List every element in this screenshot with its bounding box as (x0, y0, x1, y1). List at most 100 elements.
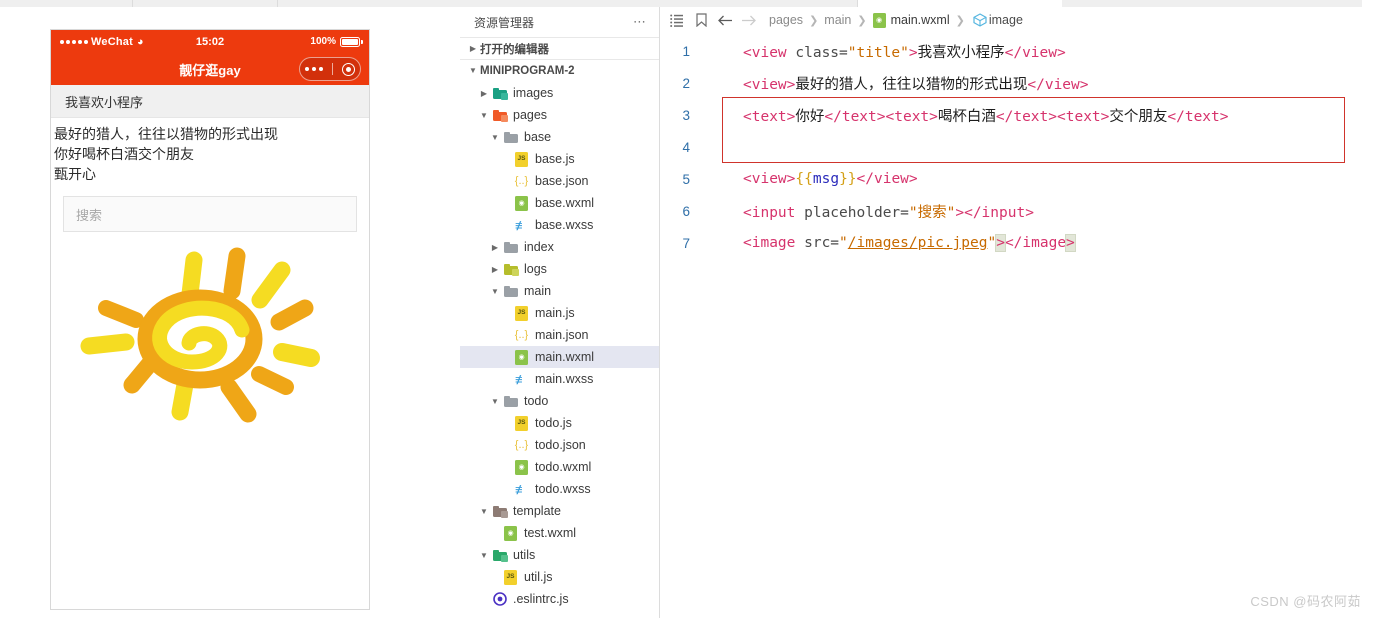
code-line-3[interactable]: 3 <text>你好</text><text>喝杯白酒</text><text>交… (660, 99, 1375, 131)
tree-file-main-wxml[interactable]: ▶◉main.wxml (460, 346, 659, 368)
json-file-icon: {..} (514, 438, 529, 451)
code-token: " (987, 235, 997, 251)
breadcrumb-item-main[interactable]: main (824, 13, 851, 27)
ellipsis-icon[interactable]: ⋯ (633, 14, 647, 30)
tree-file-base-json[interactable]: ▶{..}base.json (460, 170, 659, 192)
line-content[interactable]: <input placeholder="搜索"></input> (698, 201, 1034, 222)
wxml-file-icon: ◉ (515, 349, 528, 365)
page-line-2: 你好喝杯白酒交个朋友 (54, 146, 194, 162)
code-token: placeholder= (795, 204, 909, 221)
chevron-down-icon[interactable]: ▼ (477, 111, 491, 120)
tab-segment[interactable] (278, 0, 858, 7)
tree-item-label: pages (513, 108, 548, 122)
chevron-right-icon[interactable]: ▶ (488, 265, 502, 274)
breadcrumb-item-file[interactable]: main.wxml (891, 13, 950, 27)
project-root-label: MINIPROGRAM-2 (480, 64, 575, 77)
code-token: " (839, 235, 848, 251)
line-content[interactable]: <image src="/images/pic.jpeg"></image> (698, 234, 1076, 252)
chevron-down-icon[interactable]: ▼ (488, 397, 502, 406)
tree-file-todo-wxss[interactable]: ▶≢todo.wxss (460, 478, 659, 500)
tab-segment[interactable] (0, 0, 133, 7)
tree-file-util-js[interactable]: ▶JSutil.js (460, 566, 659, 588)
code-token: <view> (743, 171, 796, 187)
code-line-7[interactable]: 7 <image src="/images/pic.jpeg"></image> (660, 227, 1375, 259)
tree-file-base-wxss[interactable]: ▶≢base.wxss (460, 214, 659, 236)
target-circle-icon[interactable] (342, 62, 356, 76)
code-line-1[interactable]: 1 <view class="title">我喜欢小程序</view> (660, 35, 1375, 67)
line-content[interactable]: <view>最好的猎人，往往以猎物的形式出现</view> (698, 73, 1089, 94)
tree-file-main-json[interactable]: ▶{..}main.json (460, 324, 659, 346)
line-content[interactable]: <text>你好</text><text>喝杯白酒</text><text>交个… (698, 105, 1229, 126)
line-number: 6 (682, 203, 690, 219)
line-content[interactable]: <view>{{msg}}</view> (698, 171, 918, 187)
tree-folder-images[interactable]: ▶ images (460, 82, 659, 104)
tree-folder-utils[interactable]: ▼ utils (460, 544, 659, 566)
chevron-down-icon[interactable]: ▼ (477, 507, 491, 516)
chevron-right-icon[interactable]: ▶ (488, 243, 502, 252)
line-content[interactable]: <view class="title">我喜欢小程序</view> (698, 41, 1066, 62)
breadcrumb-item-pages[interactable]: pages (769, 13, 803, 27)
watermark: CSDN @码农阿茹 (1250, 594, 1361, 609)
chevron-down-icon[interactable]: ▼ (488, 133, 502, 142)
capsule-button[interactable] (299, 57, 361, 81)
code-line-4[interactable]: 4 (660, 131, 1375, 163)
more-dots-icon[interactable] (304, 67, 323, 71)
tree-folder-index[interactable]: ▶ index (460, 236, 659, 258)
outline-list-icon[interactable] (665, 14, 689, 27)
code-token: src= (795, 235, 840, 251)
signal-dots-icon (60, 39, 88, 44)
editor-tab-strip (0, 0, 1375, 7)
tree-folder-pages[interactable]: ▼ pages (460, 104, 659, 126)
tree-folder-todo[interactable]: ▼ todo (460, 390, 659, 412)
carrier-label: WeChat (91, 35, 133, 48)
tree-folder-base[interactable]: ▼ base (460, 126, 659, 148)
tree-file-base-wxml[interactable]: ▶◉base.wxml (460, 192, 659, 214)
code-line-5[interactable]: 5 <view>{{msg}}</view> (660, 163, 1375, 195)
tree-file-main-wxss[interactable]: ▶≢main.wxss (460, 368, 659, 390)
wxml-file-icon: ◉ (515, 459, 528, 475)
back-arrow-icon[interactable] (713, 14, 737, 27)
chevron-down-icon[interactable]: ▼ (488, 287, 502, 296)
tab-segment[interactable] (133, 0, 278, 7)
tree-file-todo-json[interactable]: ▶{..}todo.json (460, 434, 659, 456)
project-root-section[interactable]: ▼ MINIPROGRAM-2 (460, 59, 659, 81)
code-token: </image (1004, 235, 1067, 251)
breadcrumb-item-symbol[interactable]: image (989, 13, 1023, 27)
code-token: <image (743, 235, 796, 251)
tree-item-label: main.json (535, 328, 589, 342)
page-title-bar: 我喜欢小程序 (51, 85, 369, 118)
chevron-down-icon[interactable]: ▼ (466, 66, 480, 75)
code-token: "搜索" (908, 204, 956, 221)
capsule-divider (331, 63, 333, 75)
tree-folder-logs[interactable]: ▶ logs (460, 258, 659, 280)
tree-file-main-js[interactable]: ▶JSmain.js (460, 302, 659, 324)
tree-item-label: main.wxml (535, 350, 595, 364)
bookmark-icon[interactable] (689, 13, 713, 27)
code-lines[interactable]: 1 <view class="title">我喜欢小程序</view> 2 <view… (660, 33, 1375, 259)
tab-segment[interactable] (1062, 0, 1362, 7)
chevron-down-icon[interactable]: ▼ (477, 551, 491, 560)
search-input[interactable]: 搜索 (63, 196, 357, 232)
code-line-2[interactable]: 2 <view>最好的猎人，往往以猎物的形式出现</view> (660, 67, 1375, 99)
tree-file-test-wxml[interactable]: ▶◉test.wxml (460, 522, 659, 544)
code-token: "title" (847, 44, 909, 61)
tree-item-label: base.wxml (535, 196, 595, 210)
breadcrumb-separator: ❯ (955, 14, 965, 27)
tree-file-todo-js[interactable]: ▶JStodo.js (460, 412, 659, 434)
breadcrumb: pages ❯ main ❯ ◉ main.wxml ❯ image (660, 7, 1375, 33)
tree-file-todo-wxml[interactable]: ▶◉todo.wxml (460, 456, 659, 478)
tree-item-label: .eslintrc.js (513, 592, 569, 606)
code-token: class= (786, 44, 848, 61)
code-token: > (955, 204, 965, 221)
tree-item-label: todo.js (535, 416, 572, 430)
breadcrumb-separator: ❯ (857, 14, 867, 27)
chevron-right-icon[interactable]: ▶ (477, 89, 491, 98)
open-editors-section[interactable]: ▶ 打开的编辑器 (460, 37, 659, 59)
tree-file--eslintrc-js[interactable]: ▶.eslintrc.js (460, 588, 659, 610)
forward-arrow-icon (737, 14, 761, 27)
code-line-6[interactable]: 6 <input placeholder="搜索"></input> (660, 195, 1375, 227)
chevron-right-icon[interactable]: ▶ (466, 44, 480, 53)
tree-folder-main[interactable]: ▼ main (460, 280, 659, 302)
tree-folder-template[interactable]: ▼ template (460, 500, 659, 522)
tree-file-base-js[interactable]: ▶JSbase.js (460, 148, 659, 170)
